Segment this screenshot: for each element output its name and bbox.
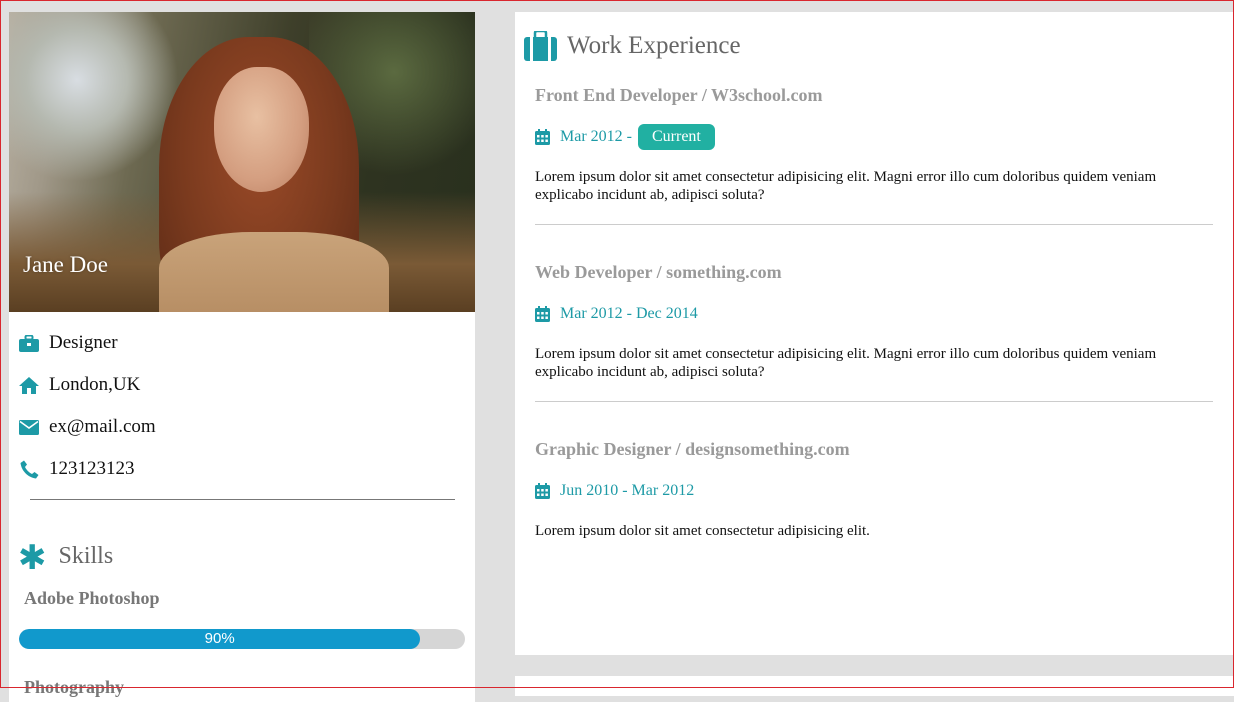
job-entry: Web Developer / something.com Mar 2012 -… [535,262,1213,402]
profile-card: Jane Doe Designer London,UK ex@mail.com … [9,12,475,702]
second-card [515,676,1234,696]
location-label: London,UK [49,374,141,395]
asterisk-icon: ✱ [18,538,47,578]
calendar-icon [535,129,551,145]
phone-icon [18,459,40,479]
job-date: Jun 2010 - Mar 2012 [535,478,1213,504]
location-row: London,UK [18,374,140,396]
suitcase-icon [524,31,557,61]
job-date-text: Mar 2012 - Dec 2014 [560,305,698,322]
job-entry: Front End Developer / W3school.com Mar 2… [535,85,1213,225]
home-icon [18,375,40,395]
job-description: Lorem ipsum dolor sit amet consectetur a… [535,169,1157,203]
calendar-icon [535,306,551,322]
work-experience-card: Work Experience Front End Developer / W3… [515,12,1234,655]
job-divider [535,224,1213,225]
job-date-text: Mar 2012 - [560,128,632,145]
calendar-icon [535,483,551,499]
phone-label: 123123123 [49,458,135,479]
job-date: Mar 2012 - Current [535,124,1213,150]
job-label: Designer [49,332,118,353]
skills-heading: ✱ Skills [18,538,114,578]
job-title: Front End Developer / W3school.com [535,85,823,105]
briefcase-icon [18,333,40,353]
profile-photo: Jane Doe [9,12,475,312]
phone-row: 123123123 [18,458,135,480]
job-description: Lorem ipsum dolor sit amet consectetur a… [535,346,1157,380]
job-title: Web Developer / something.com [535,262,782,282]
skills-title: Skills [58,542,114,569]
job-divider [535,401,1213,402]
email-row: ex@mail.com [18,416,156,438]
skill-label: Adobe Photoshop [24,588,160,608]
job-date-text: Jun 2010 - Mar 2012 [560,482,695,499]
current-badge: Current [637,124,715,150]
job-entry: Graphic Designer / designsomething.com J… [535,439,1213,540]
skill-progress-bar: 90% [19,629,465,649]
divider [30,499,455,500]
job-row: Designer [18,332,118,354]
job-date: Mar 2012 - Dec 2014 [535,301,1213,327]
skill-progress-fill: 90% [19,629,421,649]
email-label: ex@mail.com [49,416,156,437]
envelope-icon [18,417,40,437]
work-experience-heading: Work Experience [524,31,741,61]
job-description: Lorem ipsum dolor sit amet consectetur a… [535,523,870,539]
job-title: Graphic Designer / designsomething.com [535,439,850,459]
work-experience-title: Work Experience [567,32,741,59]
profile-name: Jane Doe [23,252,108,277]
